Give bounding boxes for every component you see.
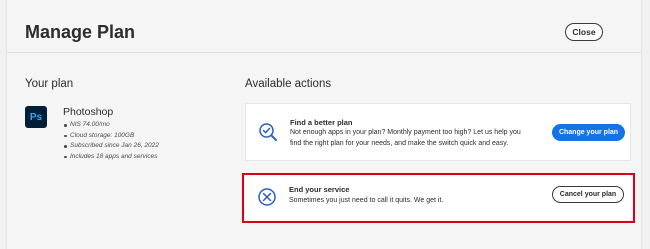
find-better-plan-card: Find a better plan Not enough apps in yo… xyxy=(245,103,631,161)
plan-storage: Cloud storage: 100GB xyxy=(63,131,159,142)
find-plan-description: Not enough apps in your plan? Monthly pa… xyxy=(290,129,521,147)
find-plan-title: Find a better plan xyxy=(290,118,353,127)
plan-price: NIS 74.00/mo xyxy=(63,120,159,131)
plan-details-list: NIS 74.00/mo Cloud storage: 100GB Subscr… xyxy=(63,120,159,162)
dialog-title: Manage Plan xyxy=(25,22,136,42)
search-check-icon xyxy=(259,123,277,141)
manage-plan-dialog: Manage Plan Close Your plan Available ac… xyxy=(6,0,642,249)
dialog-header: Manage Plan Close xyxy=(7,0,641,53)
cancel-plan-button[interactable]: Cancel your plan xyxy=(552,186,624,203)
end-service-card: End your service Sometimes you just need… xyxy=(245,176,632,220)
your-plan-heading: Your plan xyxy=(25,78,74,90)
change-plan-button[interactable]: Change your plan xyxy=(552,124,625,141)
photoshop-icon: Ps xyxy=(25,106,47,128)
plan-subscribed-date: Subscribed since Jan 26, 2022 xyxy=(63,141,159,152)
product-name: Photoshop xyxy=(63,106,114,118)
available-actions-heading: Available actions xyxy=(245,78,332,90)
cancel-circle-icon xyxy=(258,188,276,206)
plan-includes: Includes 18 apps and services xyxy=(63,152,159,163)
end-service-title: End your service xyxy=(289,185,350,194)
end-service-description: Sometimes you just need to call it quits… xyxy=(289,197,444,204)
close-button[interactable]: Close xyxy=(565,23,603,41)
